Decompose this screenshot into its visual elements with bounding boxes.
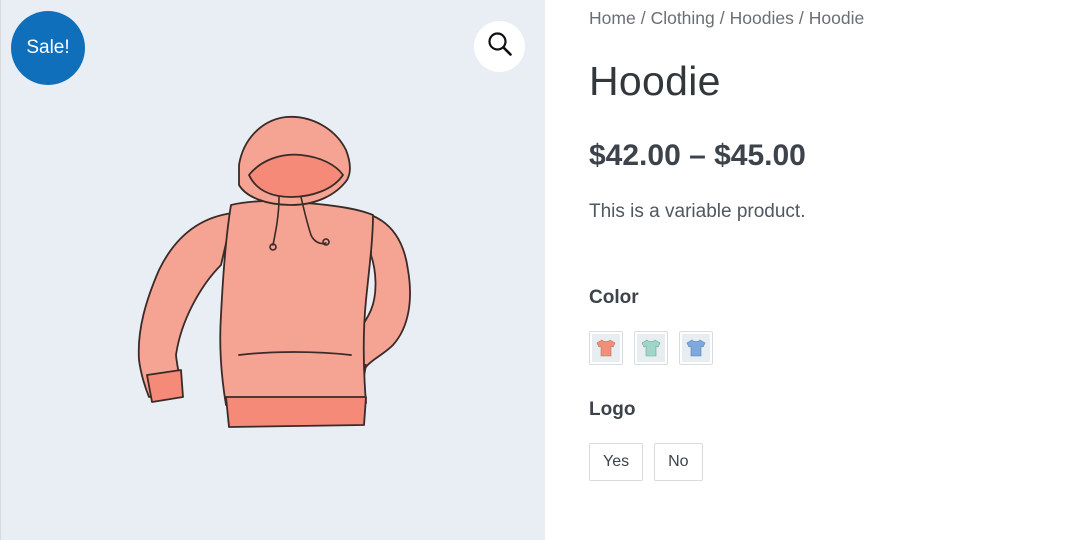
tshirt-icon <box>686 339 706 357</box>
hoodie-image[interactable] <box>121 105 426 435</box>
logo-options: Yes No <box>589 443 703 481</box>
color-swatches <box>589 331 713 365</box>
breadcrumb-clothing[interactable]: Clothing <box>651 8 715 28</box>
magnifier-icon <box>487 31 513 62</box>
zoom-button[interactable] <box>474 21 525 72</box>
product-description: This is a variable product. <box>589 201 806 222</box>
breadcrumb-separator: / <box>798 8 804 28</box>
tshirt-icon <box>641 339 661 357</box>
product-price: $42.00 – $45.00 <box>589 139 806 172</box>
product-summary: Home / Clothing / Hoodies / Hoodie Hoodie $42.… <box>589 0 1069 540</box>
logo-attribute-label: Logo <box>589 399 636 420</box>
sale-badge: Sale! <box>11 11 85 85</box>
breadcrumb-home[interactable]: Home <box>589 8 636 28</box>
product-title: Hoodie <box>589 58 721 104</box>
product-gallery: Sale! <box>0 0 545 540</box>
logo-no-button[interactable]: No <box>654 443 703 481</box>
breadcrumb-separator: / <box>719 8 725 28</box>
breadcrumb: Home / Clothing / Hoodies / Hoodie <box>589 8 864 29</box>
breadcrumb-hoodies[interactable]: Hoodies <box>730 8 794 28</box>
logo-yes-button[interactable]: Yes <box>589 443 644 481</box>
breadcrumb-separator: / <box>640 8 646 28</box>
tshirt-icon <box>596 339 616 357</box>
breadcrumb-current: Hoodie <box>808 8 865 28</box>
red-tshirt-swatch[interactable] <box>589 331 623 365</box>
green-tshirt-swatch[interactable] <box>634 331 668 365</box>
blue-tshirt-swatch[interactable] <box>679 331 713 365</box>
color-attribute-label: Color <box>589 287 639 308</box>
